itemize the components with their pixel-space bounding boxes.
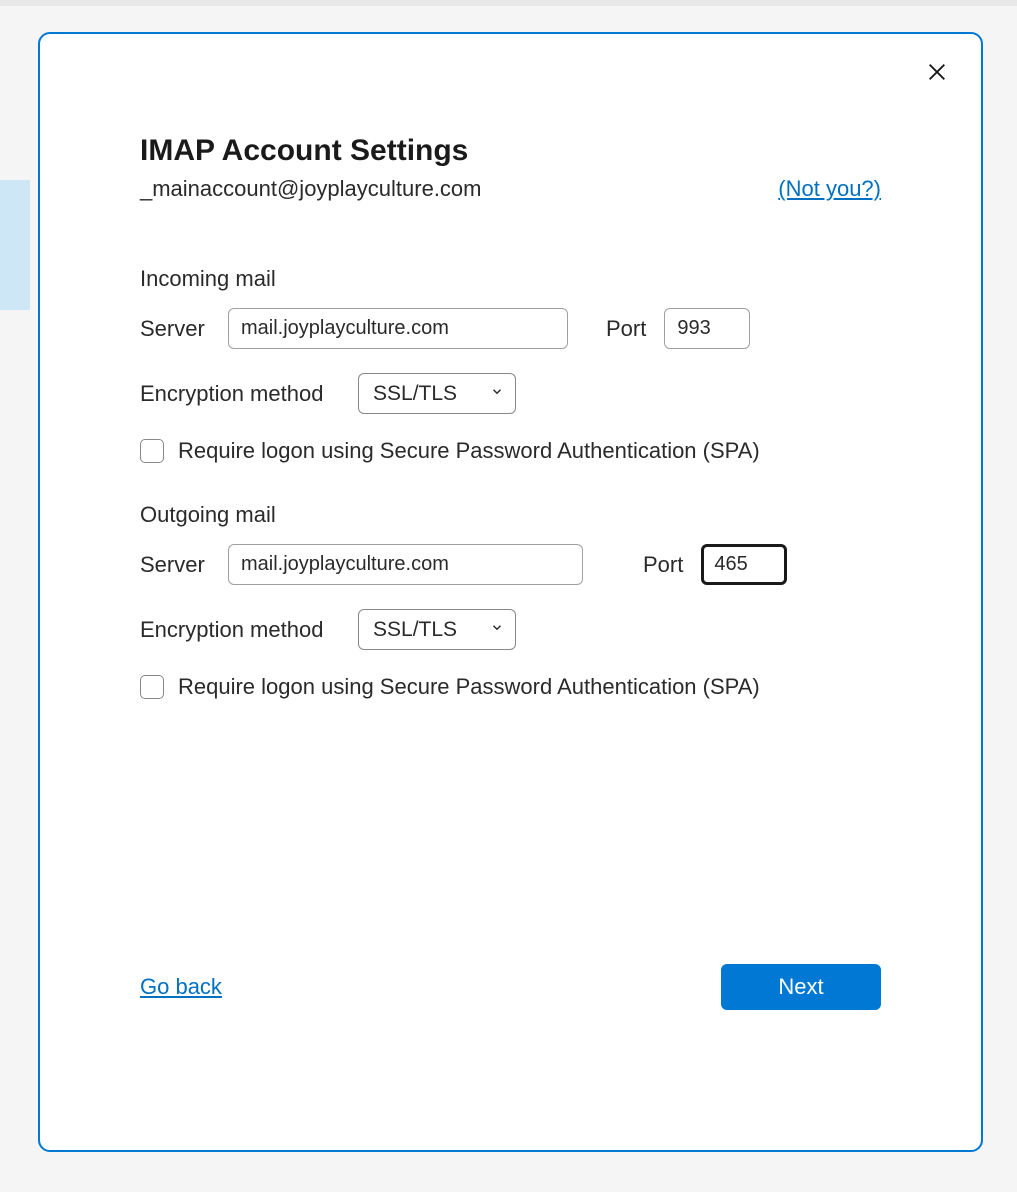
incoming-encryption-row: Encryption method SSL/TLS	[140, 373, 881, 414]
outgoing-server-label: Server	[140, 552, 210, 578]
next-button[interactable]: Next	[721, 964, 881, 1010]
outgoing-server-row: Server Port	[140, 544, 881, 585]
incoming-encryption-select[interactable]: SSL/TLS	[358, 373, 516, 414]
outgoing-encryption-select-wrap: SSL/TLS	[358, 609, 516, 650]
outgoing-server-input[interactable]	[228, 544, 583, 585]
incoming-server-row: Server Port	[140, 308, 881, 349]
outgoing-encryption-select[interactable]: SSL/TLS	[358, 609, 516, 650]
outgoing-port-label: Port	[643, 552, 683, 578]
background-sidebar-hint	[0, 180, 30, 310]
not-you-link[interactable]: (Not you?)	[778, 176, 881, 202]
outgoing-header: Outgoing mail	[140, 502, 881, 528]
incoming-port-label: Port	[606, 316, 646, 342]
close-button[interactable]	[921, 58, 953, 90]
incoming-header: Incoming mail	[140, 266, 881, 292]
close-icon	[926, 61, 948, 88]
dialog-title: IMAP Account Settings	[140, 134, 881, 168]
incoming-spa-label: Require logon using Secure Password Auth…	[178, 438, 760, 464]
outgoing-spa-checkbox[interactable]	[140, 675, 164, 699]
outgoing-spa-row: Require logon using Secure Password Auth…	[140, 674, 881, 700]
outgoing-port-input[interactable]	[701, 544, 787, 585]
outgoing-spa-label: Require logon using Secure Password Auth…	[178, 674, 760, 700]
background-top-stripe	[0, 0, 1017, 6]
dialog-footer: Go back Next	[140, 964, 881, 1010]
outgoing-encryption-row: Encryption method SSL/TLS	[140, 609, 881, 650]
go-back-link[interactable]: Go back	[140, 974, 222, 1000]
outgoing-encryption-label: Encryption method	[140, 617, 340, 643]
dialog-content: IMAP Account Settings _mainaccount@joypl…	[70, 62, 951, 700]
incoming-port-input[interactable]	[664, 308, 750, 349]
incoming-spa-checkbox[interactable]	[140, 439, 164, 463]
email-row: _mainaccount@joyplayculture.com (Not you…	[140, 176, 881, 202]
incoming-enciption-select-wrap: SSL/TLS	[358, 373, 516, 414]
incoming-encryption-label: Encryption method	[140, 381, 340, 407]
incoming-spa-row: Require logon using Secure Password Auth…	[140, 438, 881, 464]
account-email: _mainaccount@joyplayculture.com	[140, 176, 482, 202]
imap-settings-dialog: IMAP Account Settings _mainaccount@joypl…	[38, 32, 983, 1152]
incoming-server-input[interactable]	[228, 308, 568, 349]
incoming-server-label: Server	[140, 316, 210, 342]
